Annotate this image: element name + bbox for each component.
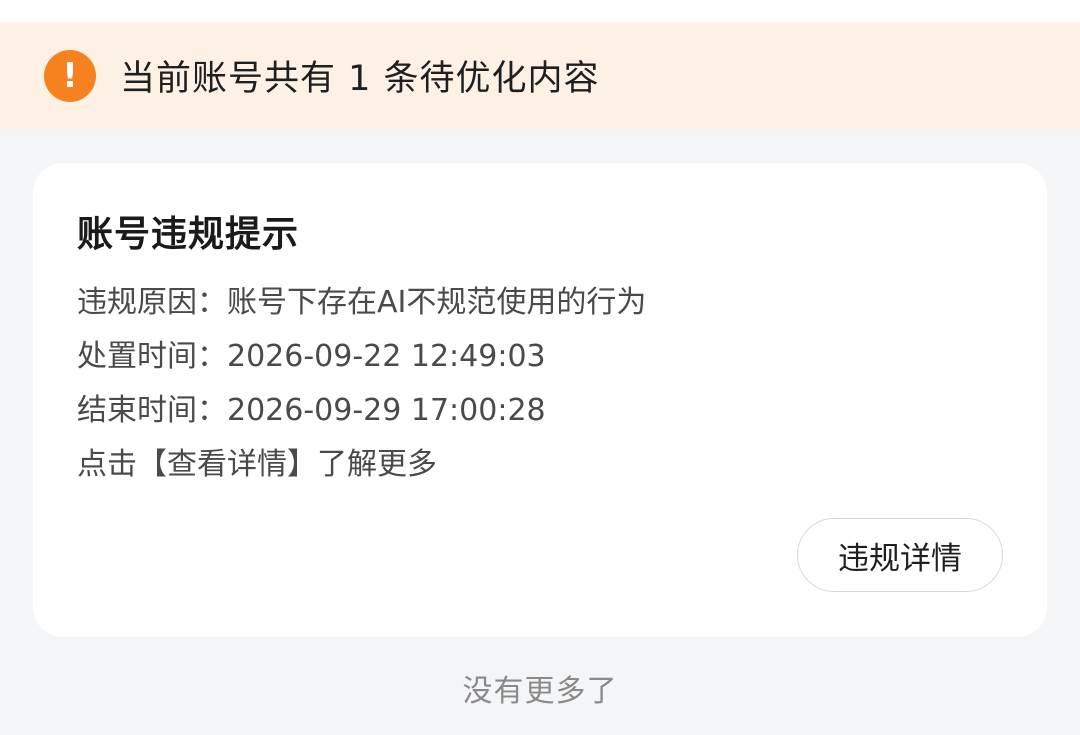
handled-time: 处置时间：2026-09-22 12:49:03	[77, 339, 546, 374]
end-time: 结束时间：2026-09-29 17:00:28	[77, 393, 546, 428]
notice-bar: ! 当前账号共有 1 条待优化内容	[0, 22, 1080, 129]
no-more-text: 没有更多了	[462, 674, 618, 709]
exclamation-icon: !	[44, 49, 96, 102]
violation-card: 账号违规提示 违规原因：账号下存在AI不规范使用的行为 处置时间：2026-09…	[33, 163, 1047, 637]
violation-reason: 违规原因：账号下存在AI不规范使用的行为	[77, 285, 647, 320]
notice-text: 当前账号共有 1 条待优化内容	[120, 59, 600, 99]
detail-hint: 点击【查看详情】了解更多	[77, 447, 437, 482]
card-title: 账号违规提示	[77, 214, 300, 255]
violation-details-button[interactable]: 违规详情	[797, 518, 1003, 592]
top-strip	[0, 0, 1080, 22]
